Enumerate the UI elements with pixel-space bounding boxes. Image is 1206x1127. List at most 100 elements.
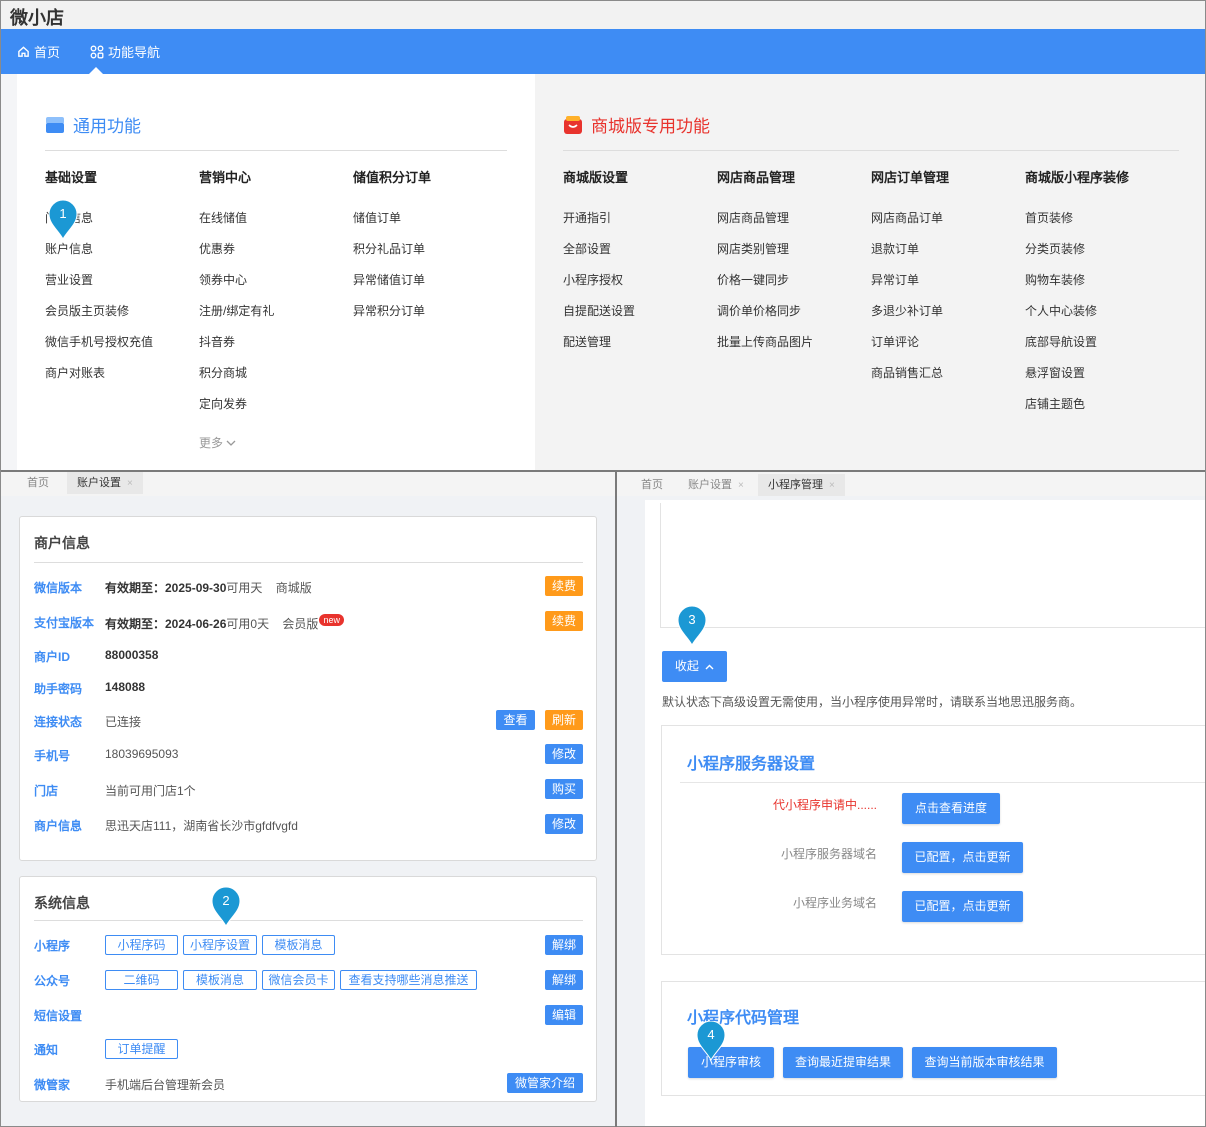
miniapp-settings-button[interactable]: 小程序设置 xyxy=(183,935,257,955)
menu-item-all-settings[interactable]: 全部设置 xyxy=(563,242,635,273)
unbind-miniapp-button[interactable]: 解绑 xyxy=(545,935,583,955)
menu-item-refund-supplement-orders[interactable]: 多退少补订单 xyxy=(871,304,949,335)
menu-item-cart-decor[interactable]: 购物车装修 xyxy=(1025,273,1129,304)
view-connection-button[interactable]: 查看 xyxy=(496,710,535,730)
col-head: 网店商品管理 xyxy=(717,170,796,185)
close-icon[interactable]: × xyxy=(829,480,835,491)
renew-wechat-button[interactable]: 续费 xyxy=(545,576,583,596)
col-head: 商城版设置 xyxy=(563,170,629,185)
refresh-connection-button[interactable]: 刷新 xyxy=(545,710,583,730)
col-stored-value-orders: 储值积分订单 储值订单 积分礼品订单 异常储值订单 异常积分订单 xyxy=(353,167,431,335)
menu-item-product-management[interactable]: 网店商品管理 xyxy=(717,211,813,242)
menu-item-home-decor[interactable]: 首页装修 xyxy=(1025,211,1129,242)
menu-item-category-decor[interactable]: 分类页装修 xyxy=(1025,242,1129,273)
menu-item-delivery-management[interactable]: 配送管理 xyxy=(563,335,635,366)
step-marker-1: 1 xyxy=(48,200,78,240)
miniapp-code-button[interactable]: 小程序码 xyxy=(105,935,178,955)
supported-push-button[interactable]: 查看支持哪些消息推送 xyxy=(340,970,477,990)
butler-intro-button[interactable]: 微管家介绍 xyxy=(507,1073,583,1093)
menu-item-coupon-center[interactable]: 领券中心 xyxy=(199,273,274,304)
menu-item-register-gift[interactable]: 注册/绑定有礼 xyxy=(199,304,274,335)
top-content-box xyxy=(660,503,1205,628)
wechat-version-label: 微信版本 xyxy=(34,581,83,595)
menu-item-setup-guide[interactable]: 开通指引 xyxy=(563,211,635,242)
more-link[interactable]: 更多 xyxy=(199,428,274,459)
menu-item-abnormal-orders[interactable]: 异常订单 xyxy=(871,273,949,304)
query-current-audit-button[interactable]: 查询当前版本审核结果 xyxy=(912,1047,1057,1078)
menu-item-stored-value-orders[interactable]: 储值订单 xyxy=(353,211,431,242)
menu-item-abnormal-points-orders[interactable]: 异常积分订单 xyxy=(353,304,431,335)
menu-item-floating-window[interactable]: 悬浮窗设置 xyxy=(1025,366,1129,397)
step-marker-3: 3 xyxy=(677,606,707,646)
applying-status: 代小程序申请中...... xyxy=(772,798,877,812)
order-reminder-button[interactable]: 订单提醒 xyxy=(105,1039,178,1059)
edit-merchant-button[interactable]: 修改 xyxy=(545,814,583,834)
menu-item-price-adjust-sync[interactable]: 调价单价格同步 xyxy=(717,304,813,335)
nav-function-navigation[interactable]: 功能导航 xyxy=(90,42,160,61)
nav-home[interactable]: 首页 xyxy=(17,42,60,61)
connection-status-label: 连接状态 xyxy=(34,715,83,729)
renew-alipay-button[interactable]: 续费 xyxy=(545,611,583,631)
buy-store-button[interactable]: 购买 xyxy=(545,779,583,799)
menu-item-member-home-decor[interactable]: 会员版主页装修 xyxy=(45,304,153,335)
menu-item-douyin-coupon[interactable]: 抖音券 xyxy=(199,335,274,366)
general-functions-panel: 通用功能 基础设置 门店信息 账户信息 营业设置 会员版主页装修 微信手机号授权… xyxy=(17,74,535,470)
menu-item-theme-color[interactable]: 店铺主题色 xyxy=(1025,397,1129,428)
menu-item-merchant-statement[interactable]: 商户对账表 xyxy=(45,366,153,397)
query-latest-audit-button[interactable]: 查询最近提审结果 xyxy=(783,1047,903,1078)
menu-item-abnormal-stored-orders[interactable]: 异常储值订单 xyxy=(353,273,431,304)
store-value: 当前可用门店1个 xyxy=(105,784,196,798)
menu-item-category-management[interactable]: 网店类别管理 xyxy=(717,242,813,273)
menu-item-account-info[interactable]: 账户信息 xyxy=(45,242,153,273)
col-head: 营销中心 xyxy=(199,170,252,185)
server-settings-rule xyxy=(680,782,1205,783)
menu-item-price-sync[interactable]: 价格一键同步 xyxy=(717,273,813,304)
tab-miniapp-management[interactable]: 小程序管理 × xyxy=(758,474,845,496)
menu-item-points-gift-orders[interactable]: 积分礼品订单 xyxy=(353,242,431,273)
menu-item-bottom-nav[interactable]: 底部导航设置 xyxy=(1025,335,1129,366)
menu-item-order-reviews[interactable]: 订单评论 xyxy=(871,335,949,366)
tab-home[interactable]: 首页 xyxy=(631,474,673,496)
mall-functions-title: 商城版专用功能 xyxy=(563,112,710,137)
merchant-id-label: 商户ID xyxy=(34,650,71,664)
menu-item-product-orders[interactable]: 网店商品订单 xyxy=(871,211,949,242)
left-tab-bar: 首页 账户设置 × xyxy=(1,472,615,496)
grid-icon xyxy=(90,45,104,58)
check-progress-button[interactable]: 点击查看进度 xyxy=(902,793,1000,824)
qrcode-button[interactable]: 二维码 xyxy=(105,970,178,990)
update-server-domain-button[interactable]: 已配置，点击更新 xyxy=(902,842,1023,873)
function-navigation-menu: 通用功能 基础设置 门店信息 账户信息 营业设置 会员版主页装修 微信手机号授权… xyxy=(1,74,1205,470)
update-business-domain-button[interactable]: 已配置，点击更新 xyxy=(902,891,1023,922)
tab-account-settings[interactable]: 账户设置 × xyxy=(678,474,754,496)
merchant-detail-value: 思迅天店111，湖南省长沙市gfdfvgfd xyxy=(105,819,298,833)
menu-item-sales-summary[interactable]: 商品销售汇总 xyxy=(871,366,949,397)
collapse-button[interactable]: 收起 xyxy=(662,651,727,682)
menu-item-online-stored-value[interactable]: 在线储值 xyxy=(199,211,274,242)
menu-item-coupons[interactable]: 优惠券 xyxy=(199,242,274,273)
edit-sms-button[interactable]: 编辑 xyxy=(545,1005,583,1025)
official-account-label: 公众号 xyxy=(34,974,71,988)
menu-item-miniapp-auth[interactable]: 小程序授权 xyxy=(563,273,635,304)
close-icon[interactable]: × xyxy=(127,478,133,489)
merchant-info-card: 商户信息 微信版本 有效期至：2025-09-30可用天 商城版 续费 支付宝版… xyxy=(19,516,597,861)
tab-account-settings[interactable]: 账户设置 × xyxy=(67,472,143,494)
menu-item-targeted-coupon[interactable]: 定向发券 xyxy=(199,397,274,428)
menu-item-bulk-upload-images[interactable]: 批量上传商品图片 xyxy=(717,335,813,366)
miniapp-template-msg-button[interactable]: 模板消息 xyxy=(262,935,335,955)
close-icon[interactable]: × xyxy=(738,480,744,491)
menu-item-points-mall[interactable]: 积分商城 xyxy=(199,366,274,397)
menu-item-refund-orders[interactable]: 退款订单 xyxy=(871,242,949,273)
official-template-msg-button[interactable]: 模板消息 xyxy=(183,970,257,990)
menu-item-wechat-phone-auth[interactable]: 微信手机号授权充值 xyxy=(45,335,153,366)
menu-item-business-settings[interactable]: 营业设置 xyxy=(45,273,153,304)
edit-phone-button[interactable]: 修改 xyxy=(545,744,583,764)
wechat-version-value: 有效期至：2025-09-30可用天 商城版 xyxy=(105,581,312,595)
tab-home[interactable]: 首页 xyxy=(17,472,59,494)
card-rule xyxy=(34,562,583,563)
system-info-card: 系统信息 小程序 小程序码 小程序设置 模板消息 解绑 公众号 二维码 模板消息… xyxy=(19,876,597,1102)
wechat-member-card-button[interactable]: 微信会员卡 xyxy=(262,970,335,990)
menu-item-profile-decor[interactable]: 个人中心装修 xyxy=(1025,304,1129,335)
menu-item-pickup-delivery[interactable]: 自提配送设置 xyxy=(563,304,635,335)
unbind-official-button[interactable]: 解绑 xyxy=(545,970,583,990)
col-mall-settings: 商城版设置 开通指引 全部设置 小程序授权 自提配送设置 配送管理 xyxy=(563,167,635,366)
